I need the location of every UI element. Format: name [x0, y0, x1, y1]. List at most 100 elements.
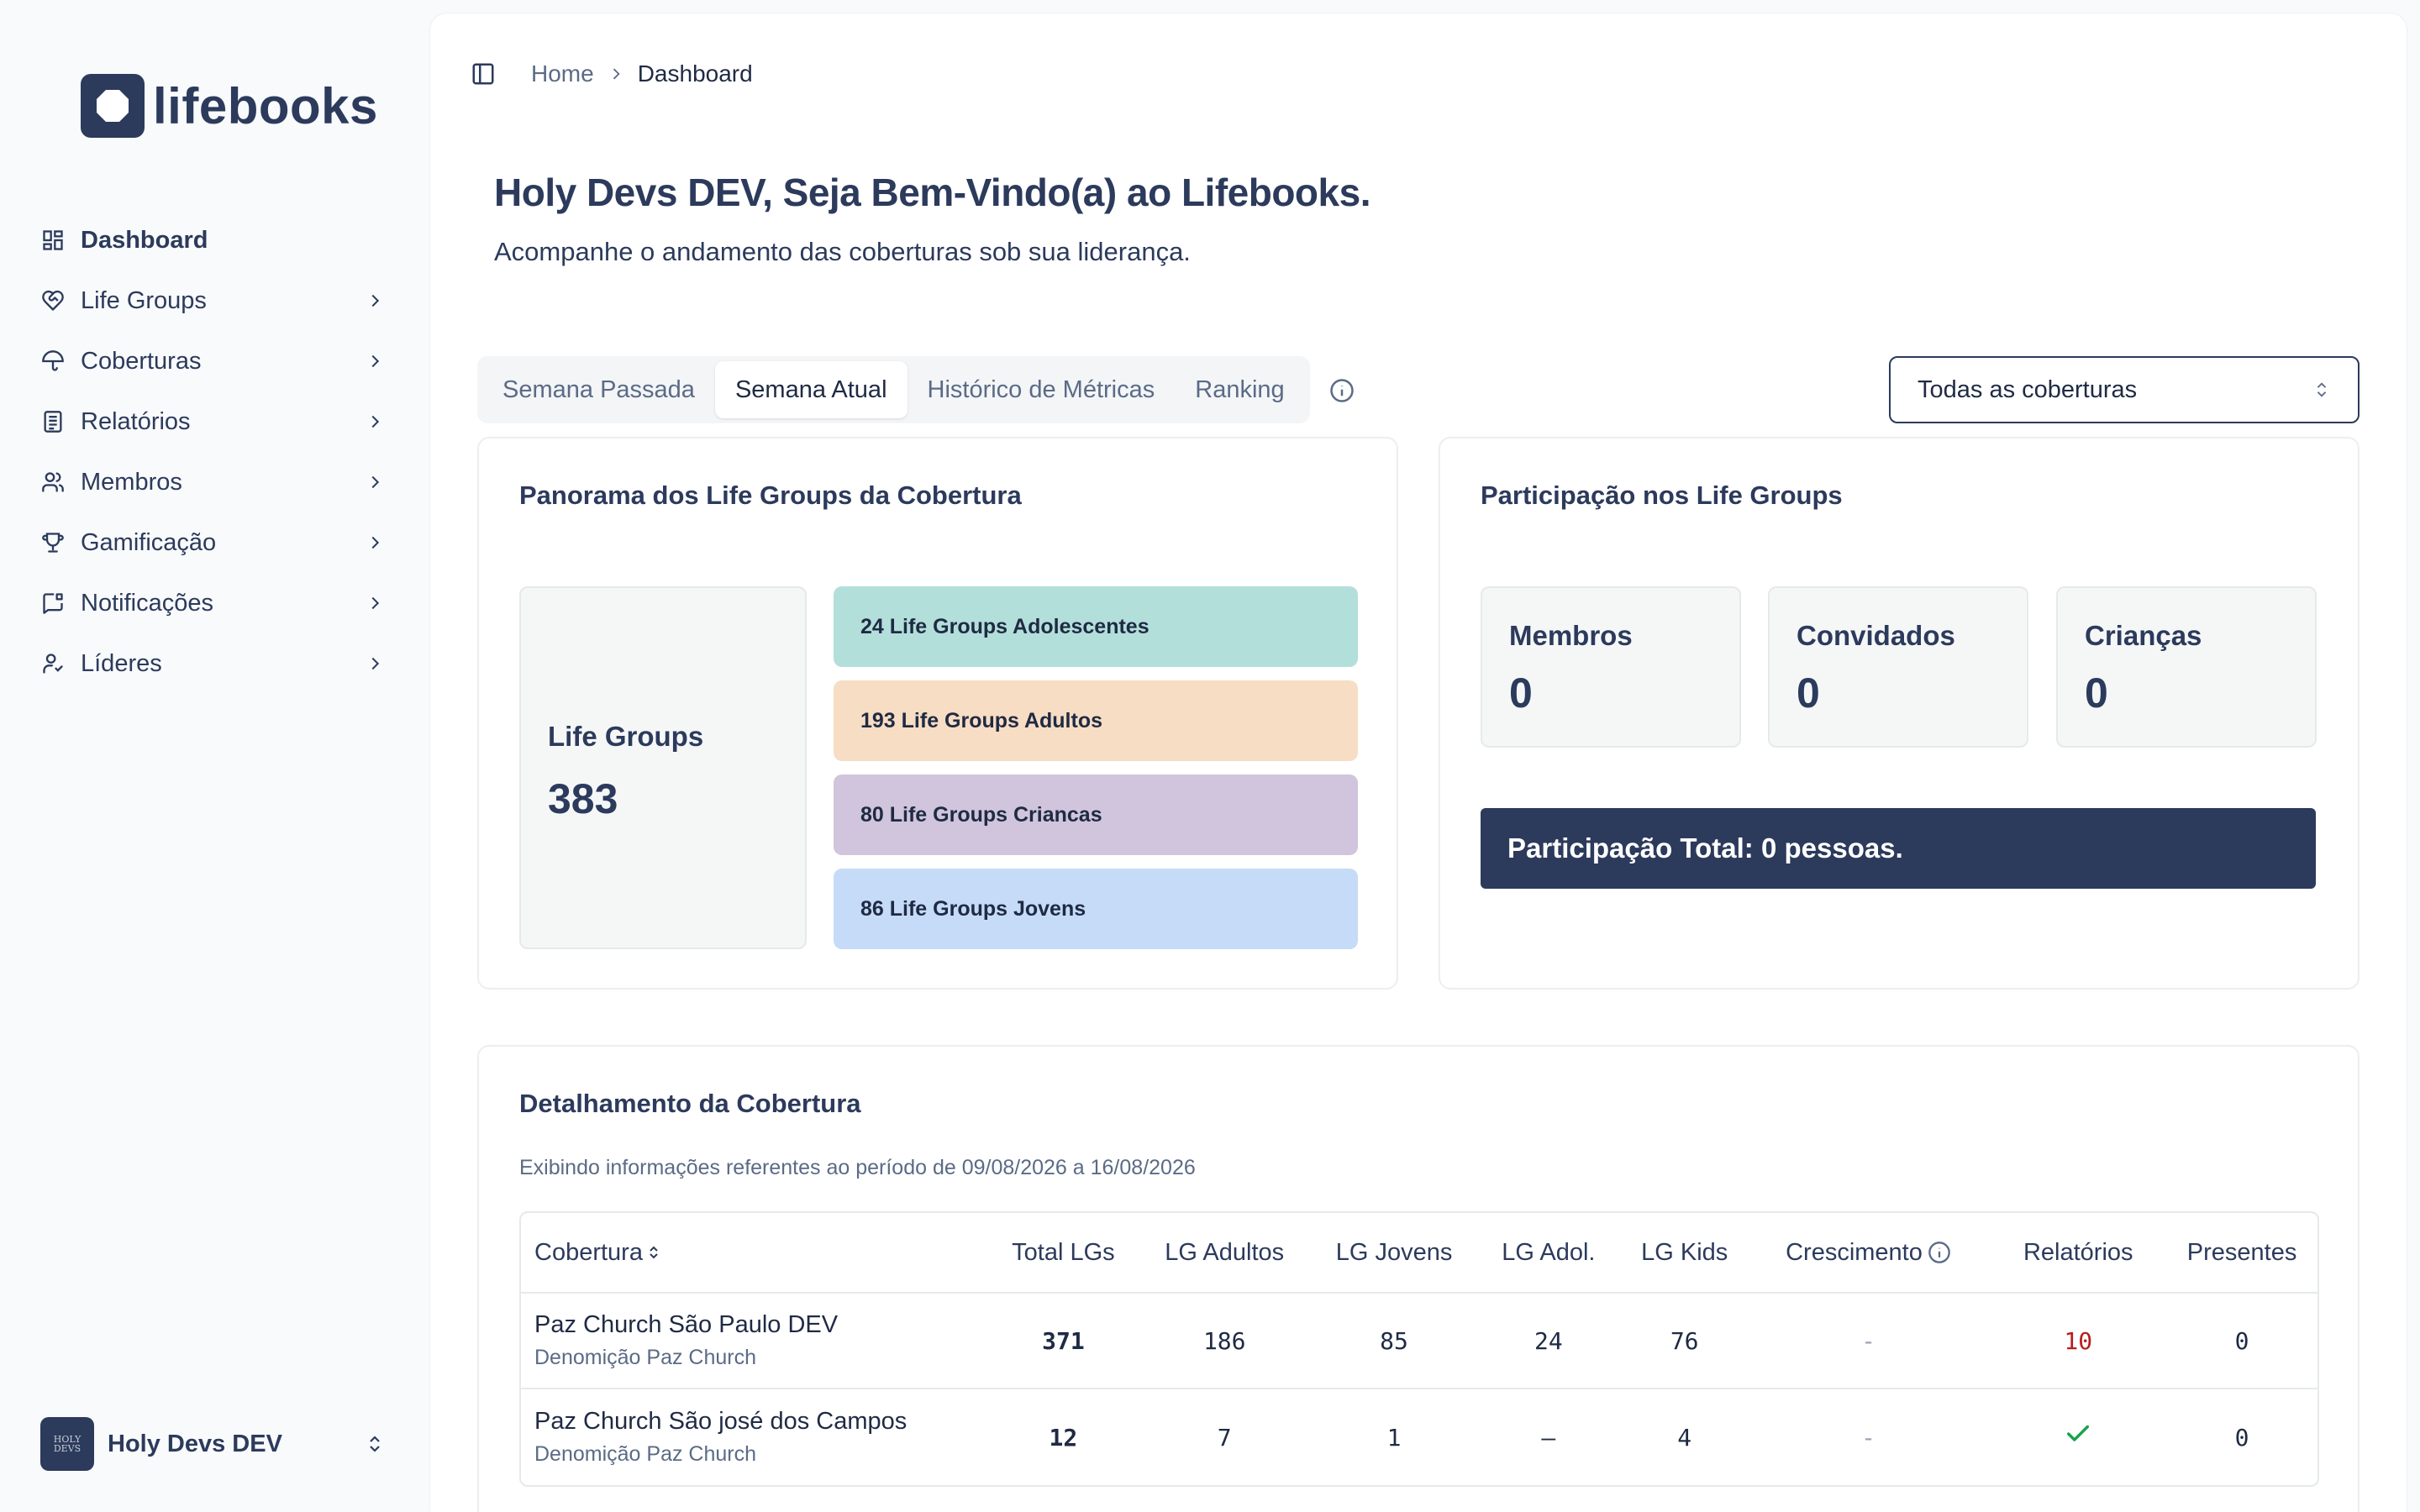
life-groups-total-box: Life Groups 383 [519, 586, 807, 949]
logo-text: lifebooks [153, 77, 378, 134]
lg-criancas-bar: 80 Life Groups Criancas [834, 774, 1358, 855]
lg-adol-cell: 24 [1534, 1326, 1563, 1355]
cobertura-select[interactable]: Todas as coberturas [1889, 356, 2360, 423]
logo-mark-icon [81, 74, 145, 138]
column-header-cobertura[interactable]: Cobertura [521, 1239, 991, 1267]
column-header-presentes: Presentes [2186, 1238, 2297, 1266]
sidebar-item-membros[interactable]: Membros [40, 452, 393, 512]
tab-ranking[interactable]: Ranking [1175, 361, 1304, 418]
report-icon [40, 409, 66, 434]
column-header-total-lgs: Total LGs [1012, 1238, 1115, 1266]
sidebar-item-dashboard[interactable]: Dashboard [40, 210, 393, 270]
cobertura-select-value: Todas as coberturas [1918, 375, 2138, 403]
stat-criancas: Crianças 0 [2056, 586, 2317, 748]
chevron-right-icon [363, 349, 387, 373]
check-icon [2064, 1420, 2092, 1448]
stat-value: 0 [1797, 669, 1820, 717]
breadcrumb-current: Dashboard [637, 60, 753, 87]
total-lgs-cell: 371 [1042, 1326, 1085, 1355]
cobertura-denominacao: Denomição Paz Church [534, 1346, 757, 1369]
lg-adol-cell: – [1541, 1423, 1556, 1452]
users-icon [40, 470, 66, 495]
heart-handshake-icon [40, 288, 66, 313]
sidebar-toggle-icon[interactable] [471, 61, 496, 87]
topbar: Home Dashboard [471, 54, 753, 94]
sidebar-item-lideres[interactable]: Líderes [40, 633, 393, 694]
lg-kids-cell: 76 [1670, 1326, 1699, 1355]
crescimento-cell: - [1861, 1423, 1876, 1452]
chevron-right-icon [363, 289, 387, 312]
sort-icon [648, 1244, 660, 1261]
chevron-right-icon [363, 591, 387, 615]
stat-value: 0 [1509, 669, 1533, 717]
page-subtitle: Acompanhe o andamento das coberturas sob… [494, 237, 1191, 266]
lg-kids-cell: 4 [1677, 1423, 1692, 1452]
sidebar-item-label: Relatórios [81, 407, 191, 435]
sidebar-item-label: Notificações [81, 589, 213, 617]
stat-membros: Membros 0 [1481, 586, 1741, 748]
cobertura-table: Cobertura Total LGs LG Adultos LG Jovens… [519, 1211, 2319, 1487]
sidebar-item-label: Membros [81, 468, 182, 496]
message-flag-icon [40, 591, 66, 616]
umbrella-icon [40, 349, 66, 374]
chevron-right-icon [363, 531, 387, 554]
sidebar-nav: Dashboard Life Groups Coberturas Relatór… [40, 210, 393, 694]
stat-label: Membros [1509, 620, 1633, 651]
table-header: Cobertura Total LGs LG Adultos LG Jovens… [521, 1213, 2317, 1294]
sidebar-item-label: Coberturas [81, 347, 202, 375]
chevron-right-icon [363, 470, 387, 494]
table-row[interactable]: Paz Church São josé dos Campos Denomição… [521, 1389, 2317, 1485]
column-header-lg-jovens: LG Jovens [1335, 1238, 1453, 1266]
sidebar-item-label: Gamificação [81, 528, 217, 556]
sidebar-item-label: Life Groups [81, 286, 207, 314]
tabs: Semana Passada Semana Atual Histórico de… [477, 356, 1310, 423]
stat-label: Crianças [2085, 620, 2202, 651]
tab-semana-passada[interactable]: Semana Passada [482, 361, 715, 418]
chevrons-up-down-icon [363, 1432, 387, 1456]
user-menu[interactable]: HOLY DEVS Holy Devs DEV [40, 1416, 393, 1472]
user-name: Holy Devs DEV [108, 1430, 282, 1457]
presentes-cell: 0 [2234, 1326, 2249, 1355]
column-header-lg-adol: LG Adol. [1502, 1238, 1596, 1266]
cobertura-name: Paz Church São Paulo DEV [534, 1311, 839, 1338]
app-logo[interactable]: lifebooks [81, 74, 378, 138]
relatorios-cell [1990, 1420, 2166, 1455]
page-title: Holy Devs DEV, Seja Bem-Vindo(a) ao Life… [494, 171, 1370, 214]
lg-adultos-cell: 186 [1202, 1326, 1246, 1355]
sidebar-item-label: Líderes [81, 649, 162, 677]
column-header-label: Cobertura [534, 1238, 643, 1266]
sidebar-item-relatorios[interactable]: Relatórios [40, 391, 393, 452]
tab-semana-atual[interactable]: Semana Atual [714, 361, 908, 418]
sidebar-item-gamificacao[interactable]: Gamificação [40, 512, 393, 573]
cobertura-name: Paz Church São josé dos Campos [534, 1408, 908, 1435]
table-row[interactable]: Paz Church São Paulo DEV Denomição Paz C… [521, 1294, 2317, 1389]
column-header-relatorios: Relatórios [2023, 1238, 2133, 1266]
info-icon[interactable] [1928, 1241, 1951, 1264]
chevrons-up-down-icon [2312, 381, 2331, 399]
column-header-lg-adultos: LG Adultos [1165, 1238, 1285, 1266]
breadcrumb-home[interactable]: Home [531, 60, 594, 87]
column-header-crescimento: Crescimento [1747, 1239, 1991, 1267]
detalhamento-title: Detalhamento da Cobertura [519, 1089, 861, 1118]
crescimento-cell: - [1861, 1326, 1876, 1355]
sidebar-item-life-groups[interactable]: Life Groups [40, 270, 393, 331]
stat-label: Convidados [1797, 620, 1955, 651]
sidebar-item-notificacoes[interactable]: Notificações [40, 573, 393, 633]
lg-adultos-bar: 193 Life Groups Adultos [834, 680, 1358, 761]
detalhamento-card: Detalhamento da Cobertura Exibindo infor… [477, 1045, 2360, 1512]
total-lgs-cell: 12 [1049, 1423, 1078, 1452]
lg-jovens-bar: 86 Life Groups Jovens [834, 869, 1358, 949]
participacao-title: Participação nos Life Groups [1481, 480, 1843, 510]
life-groups-total-value: 383 [548, 775, 618, 822]
info-icon[interactable] [1328, 376, 1356, 405]
chevron-right-icon [608, 66, 624, 82]
life-groups-total-label: Life Groups [548, 721, 704, 752]
participacao-card: Participação nos Life Groups Membros 0 C… [1439, 437, 2360, 990]
tab-historico-de-metricas[interactable]: Histórico de Métricas [908, 361, 1176, 418]
stat-value: 0 [2085, 669, 2108, 717]
sidebar-item-coberturas[interactable]: Coberturas [40, 331, 393, 391]
detalhamento-subtitle: Exibindo informações referentes ao perío… [519, 1156, 1196, 1179]
cobertura-cell: Paz Church São Paulo DEV Denomição Paz C… [521, 1311, 991, 1370]
lg-jovens-cell: 85 [1380, 1326, 1408, 1355]
chevron-right-icon [363, 410, 387, 433]
